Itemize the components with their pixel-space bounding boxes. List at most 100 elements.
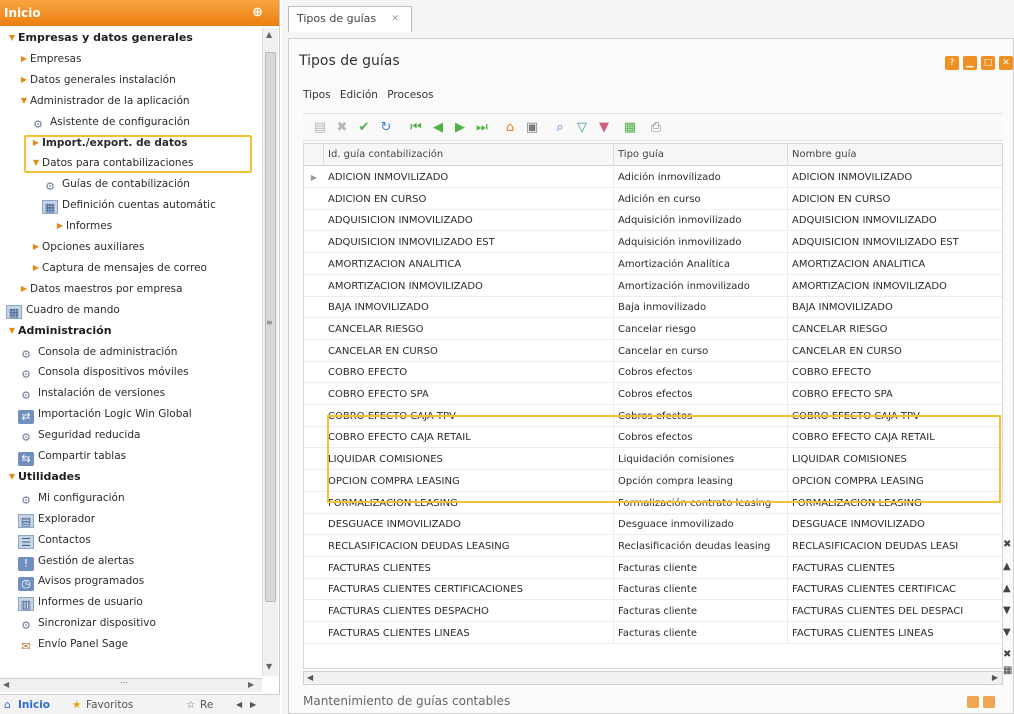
close-panel-icon[interactable]: ✖ bbox=[1003, 539, 1011, 550]
row-indicator[interactable] bbox=[304, 471, 324, 492]
tree-item[interactable]: ◷ Avisos programados bbox=[18, 571, 144, 592]
cell-nombre[interactable]: FACTURAS CLIENTES DEL DESPACI bbox=[788, 601, 1002, 622]
tree-item[interactable]: ▶ Captura de mensajes de correo bbox=[30, 258, 207, 278]
status-help-icon[interactable] bbox=[983, 696, 995, 708]
cell-id[interactable]: CANCELAR RIESGO bbox=[324, 318, 614, 340]
tree-item[interactable]: ▼ Datos para contabilizaciones bbox=[30, 153, 194, 173]
cell-tipo[interactable]: Facturas cliente bbox=[614, 622, 788, 644]
cell-tipo[interactable]: Amortización inmovilizado bbox=[614, 275, 788, 297]
cell-tipo[interactable]: Cobros efectos bbox=[614, 427, 788, 449]
cell-nombre[interactable]: FACTURAS CLIENTES bbox=[788, 558, 1002, 579]
row-indicator[interactable] bbox=[304, 558, 324, 579]
menu-tipos[interactable]: Tipos bbox=[303, 89, 331, 101]
cell-nombre[interactable]: OPCION COMPRA LEASING bbox=[788, 471, 1002, 492]
tree-item[interactable]: ⇄ Importación Logic Win Global bbox=[18, 404, 192, 425]
export-icon[interactable]: ▦ bbox=[621, 119, 639, 137]
cell-nombre[interactable]: COBRO EFECTO SPA bbox=[788, 384, 1002, 405]
row-indicator[interactable] bbox=[304, 276, 324, 297]
cell-nombre[interactable]: AMORTIZACION ANALITICA bbox=[788, 254, 1002, 275]
cell-id[interactable]: COBRO EFECTO SPA bbox=[324, 384, 614, 405]
cell-id[interactable]: FACTURAS CLIENTES DESPACHO bbox=[324, 601, 614, 622]
cell-id[interactable]: ADICION INMOVILIZADO bbox=[324, 167, 614, 188]
tree-vertical-scrollbar[interactable]: ▲ ≡ ▼ bbox=[262, 28, 278, 676]
help-icon[interactable]: ? bbox=[945, 56, 959, 70]
row-indicator[interactable] bbox=[304, 254, 324, 275]
cell-tipo[interactable]: Cobros efectos bbox=[614, 362, 788, 384]
close-icon[interactable]: ✕ bbox=[391, 7, 399, 31]
close-icon[interactable]: ✖ bbox=[1003, 649, 1011, 660]
expanded-arrow-icon[interactable]: ▼ bbox=[30, 153, 42, 173]
cell-id[interactable]: COBRO EFECTO CAJA RETAIL bbox=[324, 427, 614, 449]
collapsed-arrow-icon[interactable]: ▶ bbox=[18, 49, 30, 69]
cell-id[interactable]: OPCION COMPRA LEASING bbox=[324, 470, 614, 492]
row-indicator[interactable] bbox=[304, 427, 324, 448]
tree-item[interactable]: ▦ Cuadro de mando bbox=[6, 300, 120, 320]
previous-record-icon[interactable]: ◀ bbox=[429, 119, 447, 137]
cell-id[interactable]: CANCELAR EN CURSO bbox=[324, 340, 614, 362]
tree-item[interactable]: ▼ Administración bbox=[6, 321, 112, 341]
table-row[interactable]: FACTURAS CLIENTES LINEAS Facturas cliente… bbox=[304, 622, 1002, 644]
tab-scroll-left-icon[interactable]: ◀ bbox=[236, 695, 242, 714]
tree-item[interactable]: ▼ Empresas y datos generales bbox=[6, 28, 193, 48]
table-row[interactable]: COBRO EFECTO CAJA RETAIL Cobros efectos CO… bbox=[304, 427, 1002, 449]
tree-item[interactable]: ⚙ Consola de administración bbox=[18, 342, 177, 362]
row-indicator[interactable] bbox=[304, 341, 324, 362]
row-indicator[interactable] bbox=[304, 362, 324, 383]
table-row[interactable]: FORMALIZACION LEASING Formalización contr… bbox=[304, 492, 1002, 514]
cell-nombre[interactable]: LIQUIDAR COMISIONES bbox=[788, 449, 1002, 470]
expanded-arrow-icon[interactable]: ▼ bbox=[18, 91, 30, 111]
cell-nombre[interactable]: COBRO EFECTO CAJA RETAIL bbox=[788, 427, 1002, 448]
cell-nombre[interactable]: ADICION INMOVILIZADO bbox=[788, 167, 1002, 188]
expanded-arrow-icon[interactable]: ▼ bbox=[6, 28, 18, 48]
close-icon[interactable]: ✕ bbox=[999, 56, 1013, 70]
table-row[interactable]: COBRO EFECTO CAJA TPV Cobros efectos COBRO… bbox=[304, 405, 1002, 427]
cell-tipo[interactable]: Facturas cliente bbox=[614, 557, 788, 579]
row-indicator[interactable] bbox=[304, 210, 324, 231]
table-row[interactable]: ▶ ADICION INMOVILIZADO Adición inmovilizad… bbox=[304, 167, 1002, 188]
table-row[interactable]: OPCION COMPRA LEASING Opción compra leasi… bbox=[304, 470, 1002, 492]
scroll-down-icon[interactable]: ▼ bbox=[1003, 627, 1011, 638]
table-row[interactable]: DESGUACE INMOVILIZADO Desguace inmoviliza… bbox=[304, 514, 1002, 536]
collapsed-arrow-icon[interactable]: ▶ bbox=[18, 279, 30, 299]
cell-id[interactable]: ADICION EN CURSO bbox=[324, 188, 614, 210]
cell-tipo[interactable]: Adición en curso bbox=[614, 188, 788, 210]
menu-edicion[interactable]: Edición bbox=[340, 89, 378, 101]
pin-icon[interactable]: ⊕ bbox=[252, 0, 263, 26]
row-indicator[interactable] bbox=[304, 493, 324, 514]
tree-item[interactable]: ⚙ Instalación de versiones bbox=[18, 383, 165, 403]
column-header-nombre[interactable]: Nombre guía bbox=[788, 144, 1002, 166]
cell-nombre[interactable]: ADICION EN CURSO bbox=[788, 189, 1002, 210]
row-indicator[interactable] bbox=[304, 579, 324, 600]
row-indicator[interactable] bbox=[304, 536, 324, 557]
cell-nombre[interactable]: FACTURAS CLIENTES LINEAS bbox=[788, 623, 1002, 644]
cell-tipo[interactable]: Baja inmovilizado bbox=[614, 297, 788, 319]
grid-horizontal-scrollbar[interactable]: ◀ ▶ bbox=[303, 671, 1003, 685]
table-row[interactable]: AMORTIZACION INMOVILIZADO Amortización in… bbox=[304, 275, 1002, 297]
row-indicator[interactable] bbox=[304, 319, 324, 340]
row-indicator[interactable] bbox=[304, 449, 324, 470]
bottom-tab-recientes[interactable]: Re bbox=[200, 695, 213, 714]
cell-id[interactable]: FACTURAS CLIENTES bbox=[324, 557, 614, 579]
table-row[interactable]: ADQUISICION INMOVILIZADO Adquisición inmo… bbox=[304, 210, 1002, 232]
menu-procesos[interactable]: Procesos bbox=[387, 89, 433, 101]
table-row[interactable]: CANCELAR RIESGO Cancelar riesgo CANCELAR R… bbox=[304, 318, 1002, 340]
scrollbar-thumb[interactable] bbox=[265, 52, 276, 602]
scroll-right-icon[interactable]: ▶ bbox=[248, 680, 254, 689]
tree-item[interactable]: ▶ Datos maestros por empresa bbox=[18, 279, 183, 299]
table-row[interactable]: FACTURAS CLIENTES CERTIFICACIONES Factura… bbox=[304, 579, 1002, 601]
bottom-tab-favoritos[interactable]: Favoritos bbox=[86, 695, 133, 714]
cell-id[interactable]: FACTURAS CLIENTES CERTIFICACIONES bbox=[324, 579, 614, 601]
cell-tipo[interactable]: Cobros efectos bbox=[614, 384, 788, 405]
scroll-right-icon[interactable]: ▶ bbox=[992, 673, 998, 682]
cell-tipo[interactable]: Reclasificación deudas leasing bbox=[614, 535, 788, 557]
tree-item[interactable]: ▥ Informes de usuario bbox=[18, 592, 143, 612]
tree-item[interactable]: ▶ Datos generales instalación bbox=[18, 70, 176, 90]
tree-item[interactable]: ✉ Envío Panel Sage bbox=[18, 634, 128, 654]
clear-filter-icon[interactable]: ▼ bbox=[595, 119, 613, 137]
cell-tipo[interactable]: Adquisición inmovilizado bbox=[614, 232, 788, 254]
cell-tipo[interactable]: Amortización Analítica bbox=[614, 253, 788, 275]
document-tab[interactable]: Tipos de guías ✕ bbox=[288, 6, 412, 32]
cell-nombre[interactable]: ADQUISICION INMOVILIZADO bbox=[788, 210, 1002, 231]
tree-item[interactable]: ⚙ Seguridad reducida bbox=[18, 425, 140, 445]
confirm-icon[interactable]: ✔ bbox=[355, 119, 373, 137]
